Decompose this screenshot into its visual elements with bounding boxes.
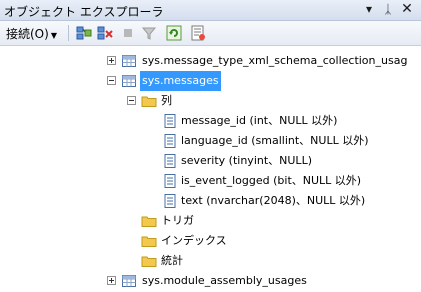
table-icon <box>122 275 136 287</box>
stop-icon[interactable] <box>120 25 136 41</box>
tree-node-label: 統計 <box>161 254 183 267</box>
tree-node-label: インデックス <box>161 234 227 247</box>
column-icon <box>164 154 176 168</box>
refresh-icon[interactable] <box>166 25 182 41</box>
disconnect-icon[interactable] <box>97 25 113 41</box>
tree-node-column[interactable]: is_event_logged (bit、NULL 以外) <box>0 171 421 191</box>
column-label: severity (tinyint、NULL) <box>181 154 312 167</box>
column-label: is_event_logged (bit、NULL 以外) <box>181 174 362 187</box>
tree-node-label: sys.module_assembly_usages <box>142 274 307 287</box>
summary-icon[interactable] <box>190 25 206 41</box>
window-title: オブジェクト エクスプローラ <box>4 5 164 19</box>
pin-icon[interactable]: ᛣ <box>381 2 395 16</box>
tree-node-column[interactable]: message_id (int、NULL 以外) <box>0 111 421 131</box>
toolbar-separator <box>68 25 69 41</box>
tree-node-label: 列 <box>161 94 172 107</box>
dropdown-arrow-icon[interactable]: ▾ <box>362 2 376 16</box>
table-icon <box>122 55 136 67</box>
expand-icon[interactable] <box>107 56 116 65</box>
collapse-icon[interactable] <box>107 76 116 85</box>
table-icon <box>122 75 136 87</box>
expand-icon[interactable] <box>107 276 116 285</box>
column-label: message_id (int、NULL 以外) <box>181 114 338 127</box>
toolbar: 接続(O) ▼ <box>0 21 421 46</box>
tree-node-label: sys.message_type_xml_schema_collection_u… <box>142 54 408 67</box>
folder-icon <box>141 96 157 107</box>
tree-node-triggers-folder[interactable]: トリガ <box>0 211 421 231</box>
tree-node-label: sys.messages <box>140 71 221 91</box>
tree-node-columns-folder[interactable]: 列 <box>0 91 421 111</box>
close-icon[interactable]: ✕ <box>400 2 414 16</box>
chevron-down-icon: ▼ <box>50 31 57 40</box>
tree-node-column[interactable]: severity (tinyint、NULL) <box>0 151 421 171</box>
tree-node-sys-messages[interactable]: sys.messages <box>0 71 421 91</box>
tree-node-label: トリガ <box>161 214 194 227</box>
column-label: text (nvarchar(2048)、NULL 以外) <box>181 194 366 207</box>
connect-label: 接続(O) <box>6 27 49 41</box>
column-icon <box>164 114 176 128</box>
filter-icon[interactable] <box>141 25 157 41</box>
tree-node-column[interactable]: language_id (smallint、NULL 以外) <box>0 131 421 151</box>
connect-icon[interactable] <box>76 25 92 41</box>
tree-node-module-assembly-usages[interactable]: sys.module_assembly_usages <box>0 271 421 291</box>
folder-icon <box>141 236 157 247</box>
tree-node-indexes-folder[interactable]: インデックス <box>0 231 421 251</box>
tree-node-xml-schema-collection[interactable]: sys.message_type_xml_schema_collection_u… <box>0 51 421 71</box>
column-icon <box>164 134 176 148</box>
column-label: language_id (smallint、NULL 以外) <box>181 134 369 147</box>
title-bar: オブジェクト エクスプローラ ▾ ᛣ ✕ <box>0 0 421 21</box>
tree-node-statistics-folder[interactable]: 統計 <box>0 251 421 271</box>
column-icon <box>164 174 176 188</box>
folder-icon <box>141 256 157 267</box>
collapse-icon[interactable] <box>127 96 136 105</box>
connect-button[interactable]: 接続(O) ▼ <box>6 25 57 41</box>
folder-icon <box>141 216 157 227</box>
tree-node-column[interactable]: text (nvarchar(2048)、NULL 以外) <box>0 191 421 211</box>
object-tree: sys.message_type_xml_schema_collection_u… <box>0 46 421 292</box>
column-icon <box>164 194 176 208</box>
